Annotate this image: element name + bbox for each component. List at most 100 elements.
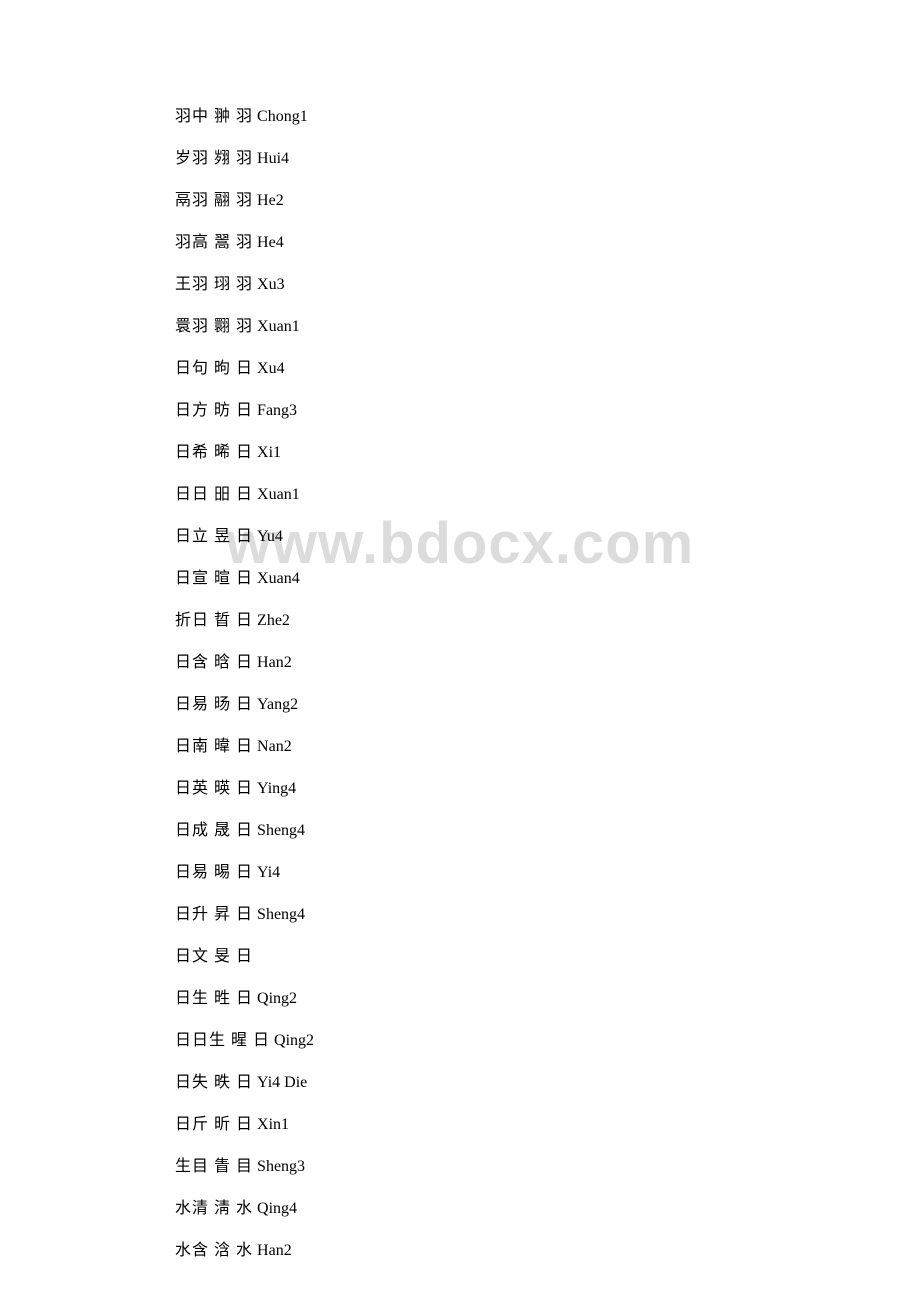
components: 日方 (175, 402, 209, 419)
text-line: 日立 昱 日 Yu4 (175, 525, 775, 549)
character: 暎 (209, 780, 236, 797)
text-line: 日英 暎 日 Ying4 (175, 777, 775, 801)
components: 日英 (175, 780, 209, 797)
text-line: 日易 旸 日 Yang2 (175, 693, 775, 717)
radical: 日 (236, 738, 253, 755)
character: 旻 (209, 948, 236, 965)
components: 生目 (175, 1158, 209, 1175)
pinyin: Sheng4 (253, 906, 305, 923)
radical: 日 (253, 1032, 270, 1049)
components: 日易 (175, 696, 209, 713)
components: 日南 (175, 738, 209, 755)
text-line: 生目 眚 目 Sheng3 (175, 1155, 775, 1179)
character: 昇 (209, 906, 236, 923)
components: 岁羽 (175, 150, 209, 167)
components: 日易 (175, 864, 209, 881)
text-line: 日成 晟 日 Sheng4 (175, 819, 775, 843)
character: 珝 (209, 276, 236, 293)
radical: 日 (236, 864, 253, 881)
components: 日升 (175, 906, 209, 923)
components: 日句 (175, 360, 209, 377)
radical: 水 (236, 1200, 253, 1217)
character: 暒 (226, 1032, 253, 1049)
radical: 日 (236, 486, 253, 503)
radical: 羽 (236, 276, 253, 293)
character: 昳 (209, 1074, 236, 1091)
pinyin: He2 (253, 192, 284, 209)
pinyin: Yu4 (253, 528, 283, 545)
character: 昉 (209, 402, 236, 419)
pinyin: Xi1 (253, 444, 281, 461)
pinyin: Hui4 (253, 150, 289, 167)
pinyin: Chong1 (253, 108, 308, 125)
character: 浛 (209, 1242, 236, 1259)
text-line: 日句 昫 日 Xu4 (175, 357, 775, 381)
text-line: 日日生 暒 日 Qing2 (175, 1029, 775, 1053)
radical: 日 (236, 570, 253, 587)
pinyin: Xuan1 (253, 486, 300, 503)
components: 日立 (175, 528, 209, 545)
radical: 日 (236, 360, 253, 377)
character: 昍 (209, 486, 236, 503)
pinyin: Xu3 (253, 276, 285, 293)
text-line: 日升 昇 日 Sheng4 (175, 903, 775, 927)
text-line: 日宣 暄 日 Xuan4 (175, 567, 775, 591)
character: 晞 (209, 444, 236, 461)
character: 翙 (209, 150, 236, 167)
character: 眚 (209, 1158, 236, 1175)
text-line: 水清 淸 水 Qing4 (175, 1197, 775, 1221)
radical: 日 (236, 444, 253, 461)
text-line: 日希 晞 日 Xi1 (175, 441, 775, 465)
pinyin: Sheng3 (253, 1158, 305, 1175)
character: 昫 (209, 360, 236, 377)
pinyin: He4 (253, 234, 284, 251)
text-line: 日方 昉 日 Fang3 (175, 399, 775, 423)
character: 翯 (209, 234, 236, 251)
character: 晗 (209, 654, 236, 671)
radical: 日 (236, 948, 253, 965)
text-line: 折日 晢 日 Zhe2 (175, 609, 775, 633)
text-line: 日文 旻 日 (175, 945, 775, 969)
components: 日日 (175, 486, 209, 503)
pinyin: Yi4 Die (253, 1074, 307, 1091)
radical: 目 (236, 1158, 253, 1175)
text-line: 羽中 翀 羽 Chong1 (175, 105, 775, 129)
character: 昱 (209, 528, 236, 545)
text-line: 日易 晹 日 Yi4 (175, 861, 775, 885)
character: 昕 (209, 1116, 236, 1133)
radical: 日 (236, 696, 253, 713)
pinyin: Nan2 (253, 738, 292, 755)
text-line: 日斤 昕 日 Xin1 (175, 1113, 775, 1137)
pinyin: Yang2 (253, 696, 298, 713)
character: 翀 (209, 108, 236, 125)
character: 暐 (209, 738, 236, 755)
radical: 日 (236, 402, 253, 419)
pinyin: Sheng4 (253, 822, 305, 839)
radical: 日 (236, 906, 253, 923)
character: 晟 (209, 822, 236, 839)
character: 暄 (209, 570, 236, 587)
components: 日希 (175, 444, 209, 461)
radical: 日 (236, 528, 253, 545)
components: 羽高 (175, 234, 209, 251)
text-line: 王羽 珝 羽 Xu3 (175, 273, 775, 297)
pinyin: Qing2 (270, 1032, 314, 1049)
pinyin: Han2 (253, 1242, 292, 1259)
text-line: 鬲羽 翮 羽 He2 (175, 189, 775, 213)
text-line: 日南 暐 日 Nan2 (175, 735, 775, 759)
pinyin: Qing4 (253, 1200, 297, 1217)
pinyin: Yi4 (253, 864, 280, 881)
pinyin: Zhe2 (253, 612, 290, 629)
text-line: 日失 昳 日 Yi4 Die (175, 1071, 775, 1095)
character: 旸 (209, 696, 236, 713)
text-line: 日含 晗 日 Han2 (175, 651, 775, 675)
radical: 羽 (236, 108, 253, 125)
components: 羽中 (175, 108, 209, 125)
character: 淸 (209, 1200, 236, 1217)
components: 睘羽 (175, 318, 209, 335)
components: 折日 (175, 612, 209, 629)
text-line: 羽高 翯 羽 He4 (175, 231, 775, 255)
components: 水含 (175, 1242, 209, 1259)
components: 日斤 (175, 1116, 209, 1133)
character: 晢 (209, 612, 236, 629)
